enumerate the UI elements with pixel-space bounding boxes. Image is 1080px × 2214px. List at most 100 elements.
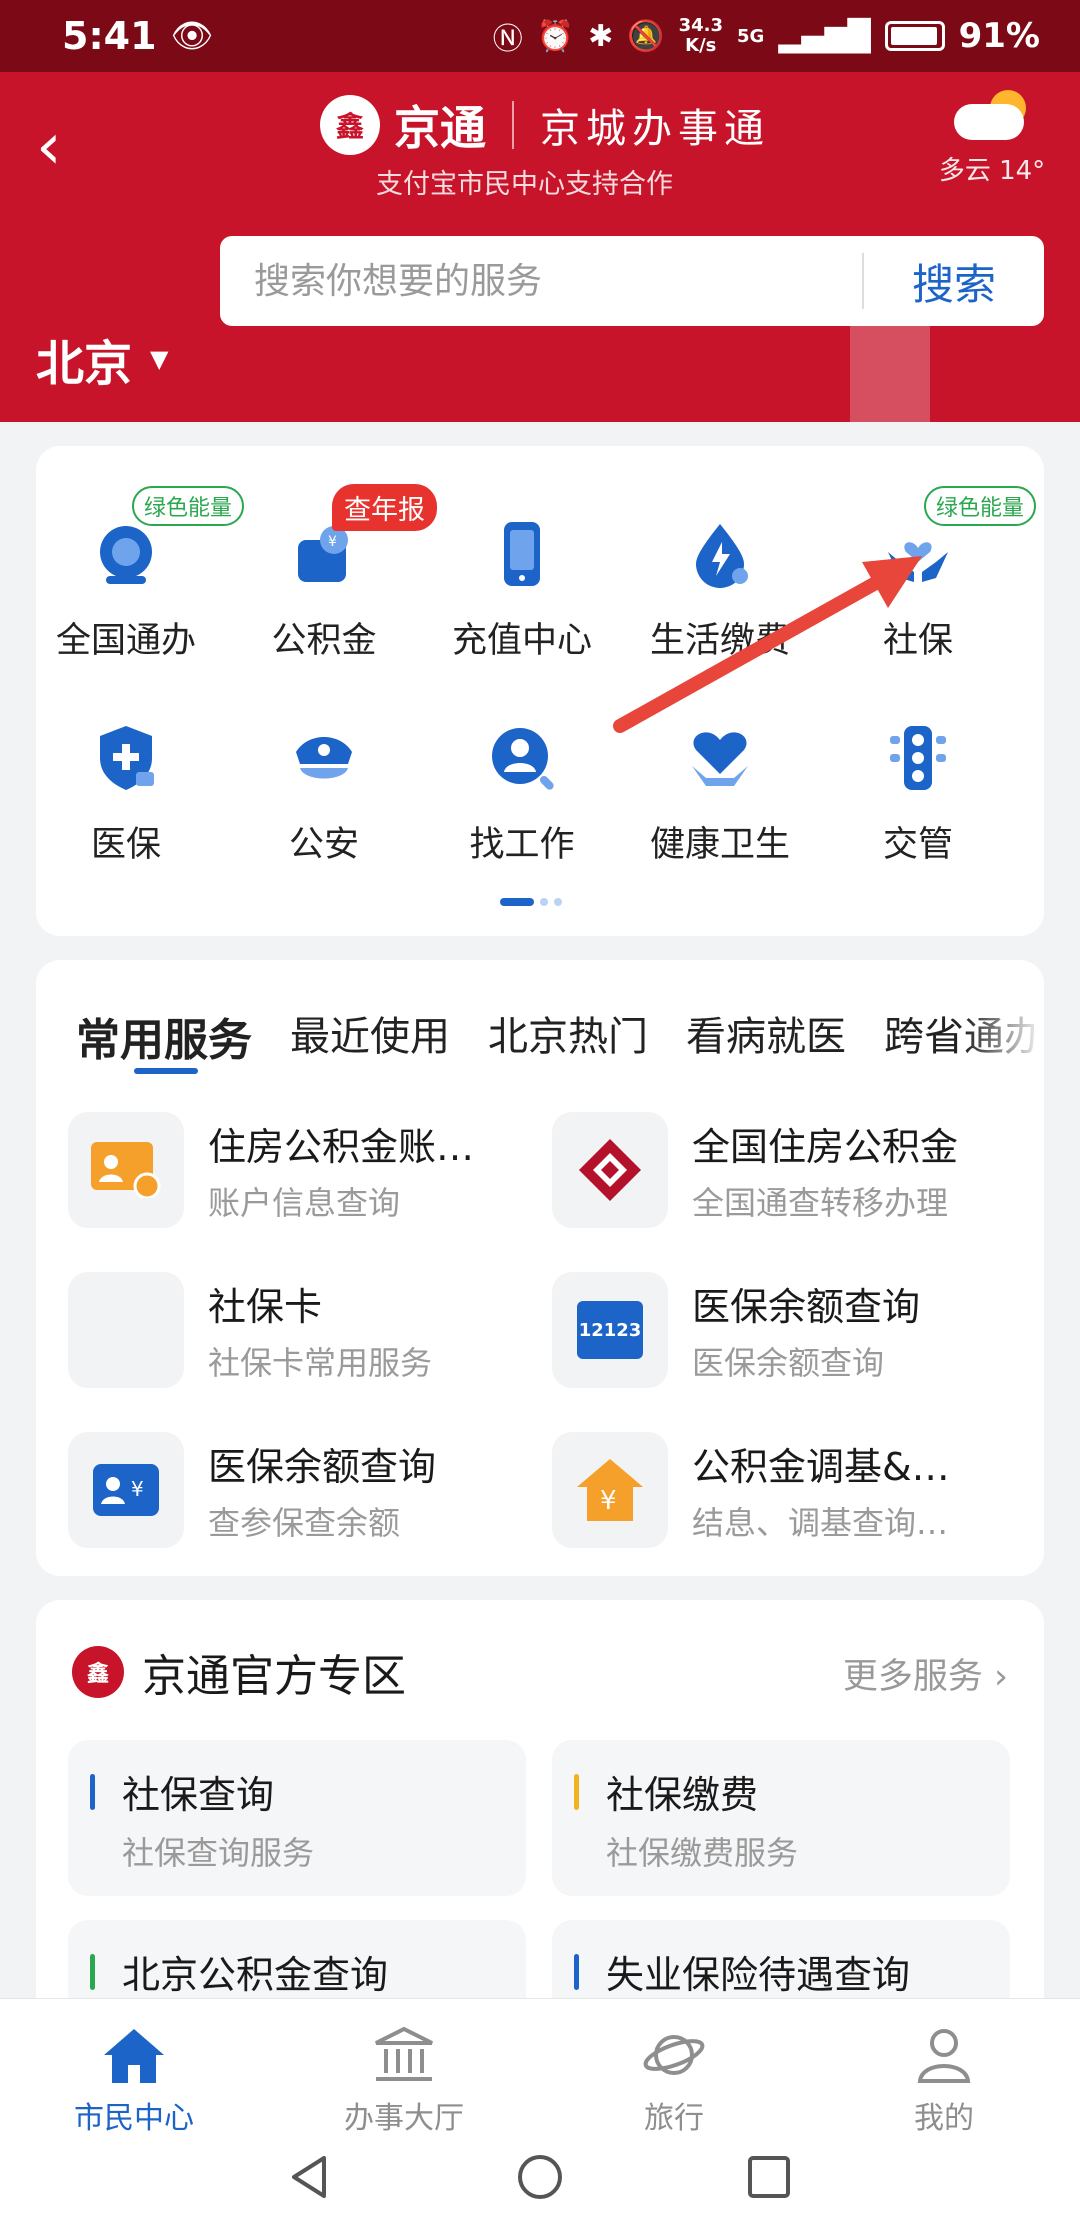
service-item[interactable]: 12123 医保余额查询 医保余额查询: [552, 1272, 1012, 1392]
service-subtitle: 医保余额查询: [692, 1344, 885, 1382]
battery-percent: 91%: [958, 16, 1040, 56]
housing-fund-logo-icon: [552, 1112, 668, 1228]
brand-script: 京城办事通: [540, 106, 770, 152]
police-cap-icon: [284, 718, 364, 798]
grid-item-social-security[interactable]: 绿色能量 社保: [818, 486, 1037, 663]
nav-travel[interactable]: 旅行: [574, 2025, 774, 2137]
official-item-title: 北京公积金查询: [122, 1953, 389, 1997]
grid-item-utilities[interactable]: 生活缴费: [620, 514, 820, 663]
grid-item-national[interactable]: 绿色能量 全国通办: [26, 486, 245, 663]
official-item-subtitle: 社保查询服务: [122, 1834, 315, 1872]
tab-medical[interactable]: 看病就医: [686, 1004, 846, 1068]
tab-common[interactable]: 常用服务: [76, 1004, 252, 1068]
search-bar: 搜索: [220, 236, 1044, 326]
service-item[interactable]: 住房公积金账… 账户信息查询: [68, 1112, 528, 1232]
service-item[interactable]: 社保卡 社保卡常用服务: [68, 1272, 528, 1392]
service-subtitle: 账户信息查询: [208, 1184, 401, 1222]
system-back-icon[interactable]: [284, 2152, 334, 2202]
traffic-12123-icon: 12123: [552, 1272, 668, 1388]
status-time: 5:41: [62, 14, 157, 58]
system-home-icon[interactable]: [515, 2152, 565, 2202]
grid-label: 交管: [882, 825, 953, 865]
grid-item-topup[interactable]: 充值中心: [422, 514, 622, 663]
service-title: 社保卡: [208, 1285, 323, 1329]
grid-item-traffic[interactable]: 交管: [818, 718, 1018, 867]
accent-bar: [90, 1774, 95, 1810]
official-item-subtitle: 社保缴费服务: [606, 1834, 799, 1872]
official-item[interactable]: 社保查询 社保查询服务: [68, 1740, 526, 1896]
service-title: 公积金调基&…: [692, 1445, 950, 1489]
grid-label: 健康卫生: [649, 825, 790, 865]
lightning-drop-icon: [680, 514, 760, 594]
grid-label: 充值中心: [451, 621, 592, 661]
grid-item-find-job[interactable]: 找工作: [422, 718, 622, 867]
back-button[interactable]: ‹: [36, 112, 96, 182]
tab-recent[interactable]: 最近使用: [290, 1004, 450, 1068]
phone-icon: [482, 514, 562, 594]
planet-icon: [643, 2035, 705, 2075]
caret-down-icon: ▼: [150, 345, 169, 373]
service-title: 医保余额查询: [208, 1445, 437, 1489]
svg-text:¥: ¥: [600, 1486, 617, 1516]
person-search-icon: [482, 718, 562, 798]
bluetooth-icon: ✱: [588, 18, 614, 54]
city-name: 北京: [36, 336, 133, 392]
service-subtitle: 查参保查余额: [208, 1504, 401, 1542]
nav-service-hall[interactable]: 办事大厅: [304, 2025, 504, 2137]
tab-active-indicator: [134, 1068, 198, 1074]
service-title: 住房公积金账…: [208, 1125, 475, 1169]
jingtong-logo-icon: 鑫: [72, 1646, 124, 1698]
grid-item-police[interactable]: 公安: [224, 718, 424, 867]
tab-beijing-hot[interactable]: 北京热门: [488, 1004, 648, 1068]
grid-label: 社保: [882, 621, 953, 661]
service-subtitle: 社保卡常用服务: [208, 1344, 433, 1382]
official-item[interactable]: 社保缴费 社保缴费服务: [552, 1740, 1010, 1896]
status-bar: 5:41 👁 Ⓝ ⏰ ✱ 🔕 34.3 K/s 5G ▂▄▆█ 91%: [0, 0, 1080, 72]
city-selector[interactable]: 北京 ▼: [36, 324, 168, 394]
network-speed: 34.3 K/s: [678, 15, 723, 56]
search-button[interactable]: 搜索: [864, 251, 1044, 312]
nfc-icon: Ⓝ: [492, 22, 523, 57]
user-icon: [917, 2029, 971, 2083]
nav-label: 旅行: [644, 2101, 704, 2136]
official-item-title: 社保查询: [122, 1773, 275, 1817]
svg-text:¥: ¥: [131, 1477, 144, 1501]
logo-divider: [512, 101, 514, 149]
house-yuan-icon: ¥: [552, 1432, 668, 1548]
service-title: 全国住房公积金: [692, 1125, 959, 1169]
partly-cloudy-icon: [954, 90, 1030, 140]
weather-widget[interactable]: 多云 14°: [932, 90, 1052, 187]
insurance-card-icon: ¥: [68, 1432, 184, 1548]
grid-label: 全国通办: [55, 621, 196, 661]
nav-label: 我的: [914, 2101, 974, 2136]
accent-bar: [90, 1954, 95, 1990]
system-navigation: [0, 2138, 1080, 2214]
shield-plus-icon: [86, 718, 166, 798]
system-recents-icon[interactable]: [744, 2152, 794, 2202]
tabs-fade: [964, 990, 1044, 1070]
eye-icon: 👁: [170, 16, 214, 56]
nav-citizen-center[interactable]: 市民中心: [34, 2025, 234, 2137]
mute-icon: 🔕: [627, 18, 665, 54]
service-item[interactable]: ¥ 医保余额查询 查参保查余额: [68, 1432, 528, 1552]
nav-label: 市民中心: [74, 2101, 194, 2136]
brand-name: 京通: [394, 101, 486, 155]
more-services-link[interactable]: 更多服务 ›: [843, 1648, 1008, 1699]
search-input[interactable]: [220, 236, 862, 326]
nav-mine[interactable]: 我的: [844, 2025, 1044, 2137]
svg-text:¥: ¥: [328, 534, 337, 550]
service-grid: 绿色能量 全国通办 ¥ 查年报 公积金 充值中心 生活缴费 绿色能量 社保 医保: [36, 446, 1044, 936]
grid-label: 生活缴费: [649, 621, 790, 661]
header-subtitle: 支付宝市民中心支持合作: [376, 169, 673, 200]
battery-icon: [884, 21, 945, 51]
grid-item-medical-insurance[interactable]: 医保: [26, 718, 226, 867]
official-item-title: 社保缴费: [606, 1773, 759, 1817]
grid-item-health[interactable]: 健康卫生: [620, 718, 820, 867]
grid-item-housing-fund[interactable]: ¥ 查年报 公积金: [224, 484, 437, 663]
signal-icon: ▂▄▆█: [778, 18, 871, 54]
heart-hands-icon: [680, 718, 760, 798]
network-type: 5G: [737, 25, 765, 47]
service-item[interactable]: ¥ 公积金调基&… 结息、调基查询…: [552, 1432, 1012, 1552]
service-item[interactable]: 全国住房公积金 全国通查转移办理: [552, 1112, 1012, 1232]
hands-heart-icon: [878, 514, 958, 594]
